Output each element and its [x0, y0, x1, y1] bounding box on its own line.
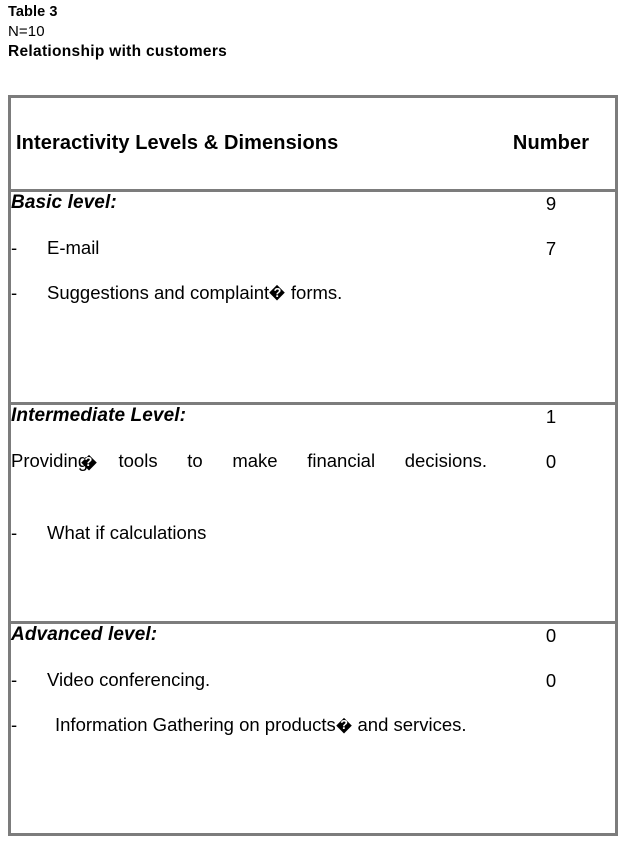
list-item: - Information Gathering on products and s… — [11, 713, 487, 736]
bullet-dash: - — [11, 522, 18, 544]
level-heading: Advanced level: — [11, 624, 158, 646]
document-page: Table 3 N=10 Relationship with customers… — [0, 0, 628, 841]
level-count: 9 — [545, 193, 557, 214]
list-item-text: Information Gathering on products and se… — [55, 713, 487, 736]
table-caption-block: Table 3 N=10 Relationship with customers — [8, 2, 608, 62]
replacement-character-icon — [270, 285, 286, 301]
bullet-dash: - — [11, 669, 18, 691]
table-title: Relationship with customers — [8, 43, 228, 60]
item-count: 0 — [545, 670, 557, 692]
cell-number: 10 — [487, 403, 615, 625]
list-item-text: What if calculations — [47, 522, 207, 544]
paragraph-text: Providing tools to make financial decisi… — [11, 449, 487, 471]
list-item-text: Video conferencing. — [47, 669, 211, 691]
table-row: Basic level: - E-mail - Suggestions and comp… — [11, 190, 615, 405]
list-item: - E-mail — [11, 236, 487, 259]
level-heading: Basic level: — [11, 192, 117, 213]
table-label: Table 3 — [8, 4, 58, 20]
item-count: 7 — [545, 238, 557, 259]
item-count: 0 — [545, 450, 557, 472]
header-cell-dimensions: Interactivity Levels & Dimensions — [11, 98, 487, 192]
list-item-text: E-mail — [47, 237, 100, 258]
table-header-row: Interactivity Levels & Dimensions Number — [11, 98, 615, 192]
level-count: 1 — [545, 405, 557, 427]
item-count — [487, 495, 615, 518]
sample-size-note: N=10 — [8, 23, 45, 40]
cell-number: 97 — [487, 190, 615, 405]
list-item: - Suggestions and complaint forms. — [11, 281, 487, 304]
column-header-dimensions: Interactivity Levels & Dimensions — [16, 132, 339, 154]
item-count — [487, 282, 615, 305]
bullet-dash: - — [11, 237, 18, 258]
list-item: - What if calculations — [11, 521, 487, 544]
data-table: Interactivity Levels & Dimensions Number… — [8, 95, 618, 836]
cell-number: 00 — [487, 623, 615, 833]
table-body: Interactivity Levels & Dimensions Number… — [11, 98, 615, 833]
item-count — [487, 714, 615, 737]
cell-dimensions: Basic level: - E-mail - Suggestions and comp… — [11, 190, 487, 405]
replacement-character-icon — [336, 718, 352, 734]
header-cell-number: Number — [487, 98, 615, 192]
table-row: Advanced level: - Video conferencing. - Info… — [11, 623, 615, 833]
cell-dimensions: Intermediate Level: Providing tools to ma… — [11, 403, 487, 625]
level-count: 0 — [545, 625, 557, 647]
table-row: Intermediate Level: Providing tools to ma… — [11, 403, 615, 625]
list-item-text: Suggestions and complaint forms. — [47, 281, 487, 304]
bullet-dash: - — [11, 714, 18, 736]
list-item: - Video conferencing. — [11, 668, 487, 691]
cell-dimensions: Advanced level: - Video conferencing. - Info… — [11, 623, 487, 833]
bullet-dash: - — [11, 282, 18, 303]
level-heading: Intermediate Level: — [11, 404, 187, 426]
column-header-number: Number — [512, 132, 590, 154]
